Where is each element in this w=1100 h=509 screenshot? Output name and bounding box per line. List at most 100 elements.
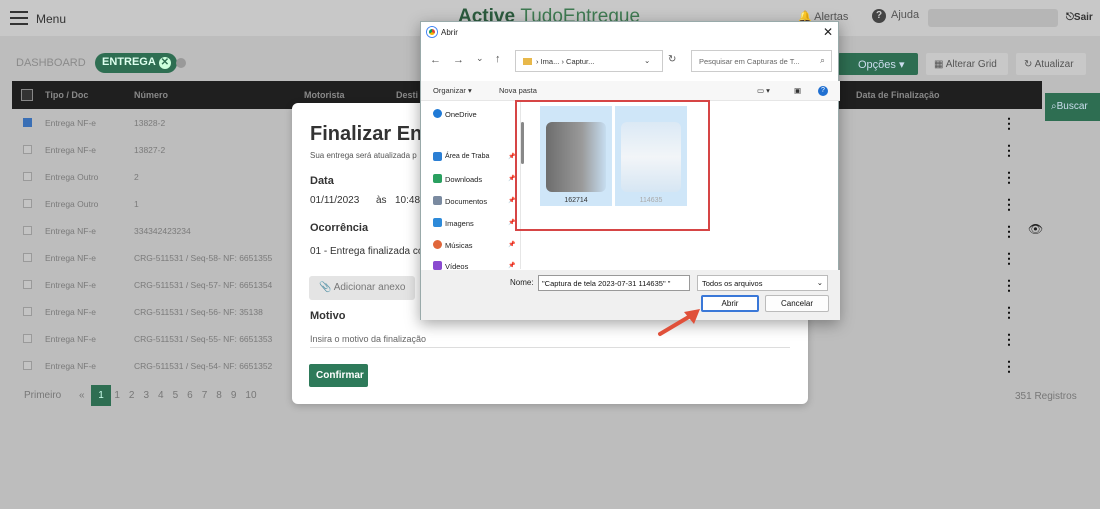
row-menu-icon[interactable]: ⋮ <box>1002 358 1016 375</box>
up-arrow-icon[interactable]: ↑ <box>495 53 501 65</box>
update-button[interactable]: ↻ Atualizar <box>1016 53 1086 75</box>
update-label: Atualizar <box>1034 59 1074 70</box>
col-destination[interactable]: Desti <box>396 90 418 100</box>
sidebar-item-desktop[interactable]: Área de Traba 📌 <box>433 152 515 161</box>
chevron-down-icon[interactable]: ⌄ <box>476 53 484 64</box>
filter-more-dot[interactable] <box>176 58 186 68</box>
row-menu-icon[interactable]: ⋮ <box>1002 304 1016 321</box>
page-number[interactable]: 4 <box>158 390 164 401</box>
page-number[interactable]: 9 <box>231 390 237 401</box>
filetype-select[interactable]: Todos os arquivos ⌄ <box>697 275 828 291</box>
col-finish-date[interactable]: Data de Finalização <box>856 90 940 100</box>
alter-grid-button[interactable]: ▦ Alterar Grid <box>926 53 1008 75</box>
open-button[interactable]: Abrir <box>701 295 759 312</box>
row-checkbox[interactable] <box>23 253 32 262</box>
cancel-button[interactable]: Cancelar <box>765 295 829 312</box>
close-icon[interactable]: ✕ <box>823 25 833 39</box>
col-driver[interactable]: Motorista <box>304 90 345 100</box>
chip-close-icon[interactable]: ✕ <box>158 57 171 69</box>
options-button[interactable]: Opções ▾ <box>838 53 918 75</box>
modal-title: Finalizar Entr <box>310 123 437 145</box>
page-number[interactable]: 6 <box>187 390 193 401</box>
row-menu-icon[interactable]: ⋮ <box>1002 223 1016 240</box>
row-menu-icon[interactable]: ⋮ <box>1002 331 1016 348</box>
user-info-blurred <box>928 9 1058 27</box>
sidebar-item-music[interactable]: Músicas 📌 <box>433 240 515 250</box>
hamburger-menu-icon[interactable] <box>10 11 28 25</box>
pin-icon: 📌 <box>508 263 516 269</box>
row-number: 1 <box>134 199 139 209</box>
view-icon[interactable]: ▭ ▾ <box>757 86 770 95</box>
new-folder-button[interactable]: Nova pasta <box>499 86 537 95</box>
sidebar-item-images[interactable]: Imagens 📌 <box>433 218 515 228</box>
sidebar-item-onedrive[interactable]: OneDrive <box>433 109 477 119</box>
page-active[interactable]: 1 <box>91 385 111 406</box>
page-number[interactable]: 10 <box>245 390 256 401</box>
menu-label[interactable]: Menu <box>36 12 66 26</box>
date-label: Data <box>310 175 334 187</box>
add-attachment-button[interactable]: 📎 Adicionar anexo <box>309 276 415 300</box>
modal-subtitle: Sua entrega será atualizada p <box>310 151 417 160</box>
page-number[interactable]: 2 <box>129 390 135 401</box>
row-checkbox[interactable] <box>23 361 32 370</box>
row-checkbox[interactable] <box>23 118 32 127</box>
page-prev[interactable]: « <box>79 390 85 401</box>
search-button[interactable]: ⌕Buscar <box>1045 93 1100 121</box>
row-checkbox[interactable] <box>23 199 32 208</box>
row-checkbox[interactable] <box>23 172 32 181</box>
forward-arrow-icon[interactable]: → <box>453 54 464 66</box>
occurrence-select[interactable]: 01 - Entrega finalizada co <box>310 246 423 257</box>
logout-link[interactable]: ⎋Sair <box>1066 12 1093 23</box>
page-number[interactable]: 5 <box>173 390 179 401</box>
help-label: Ajuda <box>891 9 920 21</box>
pin-icon: 📌 <box>508 242 516 248</box>
page-number[interactable]: 7 <box>202 390 208 401</box>
search-input[interactable]: Pesquisar em Capturas de T... ⌕ <box>691 50 832 72</box>
row-menu-icon[interactable]: ⋮ <box>1002 250 1016 267</box>
row-menu-icon[interactable]: ⋮ <box>1002 169 1016 186</box>
filename-input[interactable]: "Captura de tela 2023-07-31 114635" " <box>538 275 690 291</box>
row-checkbox[interactable] <box>23 145 32 154</box>
row-menu-icon[interactable]: ⋮ <box>1002 115 1016 132</box>
preview-pane-icon[interactable]: ▣ <box>794 86 801 95</box>
sidebar-item-documents[interactable]: Documentos 📌 <box>433 196 515 206</box>
row-type: Entrega NF-e <box>45 226 97 236</box>
search-icon: ⌕ <box>819 55 825 65</box>
alter-grid-label: Alterar Grid <box>945 59 997 70</box>
page-number[interactable]: 1 <box>114 390 120 401</box>
row-checkbox[interactable] <box>23 334 32 343</box>
time-input[interactable]: 10:48 <box>395 195 420 206</box>
row-menu-icon[interactable]: ⋮ <box>1002 142 1016 159</box>
page-number[interactable]: 3 <box>143 390 149 401</box>
col-type[interactable]: Tipo / Doc <box>45 90 88 100</box>
refresh-icon[interactable]: ↻ <box>668 54 676 65</box>
row-number: 334342423234 <box>134 226 191 236</box>
page-number[interactable]: 8 <box>216 390 222 401</box>
reason-input[interactable]: Insira o motivo da finalização <box>310 334 426 344</box>
sidebar-label: Músicas <box>445 241 473 250</box>
address-bar[interactable]: › Ima... › Captur... ⌄ <box>515 50 663 72</box>
sidebar-item-downloads[interactable]: Downloads 📌 <box>433 174 515 184</box>
page-first[interactable]: Primeiro <box>24 390 61 401</box>
reason-underline <box>310 347 790 348</box>
confirm-button[interactable]: Confirmar <box>309 364 368 387</box>
eye-icon[interactable]: 👁 <box>1028 222 1043 236</box>
help-link[interactable]: ? Ajuda <box>872 9 919 23</box>
address-chevron-icon[interactable]: ⌄ <box>644 56 650 65</box>
row-checkbox[interactable] <box>23 307 32 316</box>
select-all-checkbox[interactable] <box>21 89 33 101</box>
page-list: 1 2 3 4 5 6 7 8 9 10 <box>114 390 265 401</box>
address-part-2: Captur... <box>566 57 595 66</box>
music-icon <box>433 240 442 249</box>
date-input[interactable]: 01/11/2023 <box>310 195 359 206</box>
organize-button[interactable]: Organizar ▾ <box>433 86 472 95</box>
row-menu-icon[interactable]: ⋮ <box>1002 196 1016 213</box>
row-menu-icon[interactable]: ⋮ <box>1002 277 1016 294</box>
help-icon[interactable]: ? <box>818 86 828 96</box>
row-checkbox[interactable] <box>23 226 32 235</box>
filter-chip-entrega[interactable]: ENTREGA ✕ <box>95 53 177 73</box>
back-arrow-icon[interactable]: ← <box>430 54 441 66</box>
col-number[interactable]: Número <box>134 90 168 100</box>
row-checkbox[interactable] <box>23 280 32 289</box>
tab-dashboard[interactable]: DASHBOARD <box>16 57 86 69</box>
